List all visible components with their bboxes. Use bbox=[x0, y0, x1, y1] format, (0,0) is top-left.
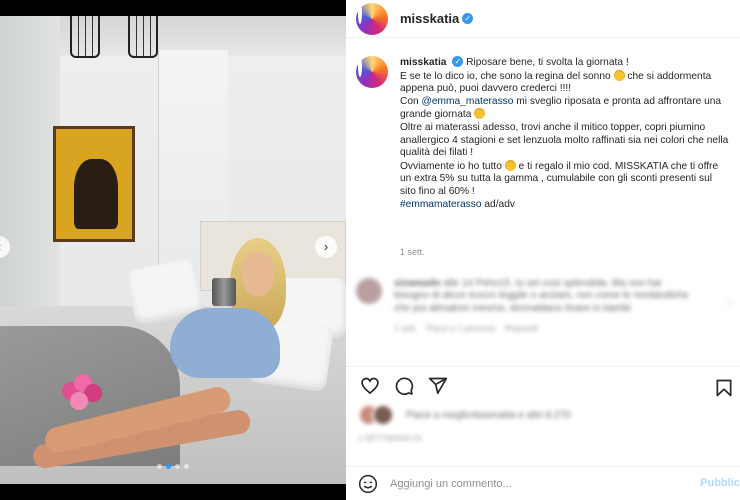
carousel-dot[interactable] bbox=[184, 464, 189, 469]
header-username[interactable]: misskatia bbox=[400, 11, 459, 26]
heart-icon[interactable] bbox=[358, 374, 382, 398]
avatar[interactable] bbox=[356, 56, 388, 88]
likes-text: Piace a meglio4asenatta e altri 8.270 bbox=[406, 409, 571, 421]
caption-username[interactable]: misskatia bbox=[400, 57, 446, 68]
caption: misskatia ✓ Riposare bene, ti svolta la … bbox=[356, 56, 740, 211]
flower-bouquet bbox=[58, 372, 104, 412]
side-wall bbox=[0, 16, 60, 316]
post-details-panel: misskatia ✓ misskatia ✓ Riposare bene, t… bbox=[346, 0, 740, 500]
person-face bbox=[242, 252, 274, 296]
carousel-dot[interactable] bbox=[157, 464, 162, 469]
hashtag-link[interactable]: #emmamaterasso bbox=[400, 199, 482, 210]
action-bar bbox=[346, 366, 740, 404]
tears-of-joy-emoji-icon bbox=[613, 69, 625, 81]
avatar[interactable] bbox=[356, 278, 382, 304]
bookmark-icon[interactable] bbox=[712, 376, 736, 400]
comment-like-heart-icon[interactable]: ♡ bbox=[725, 298, 734, 309]
caption-line-4: Oltre ai materassi adesso, trovi anche i… bbox=[400, 121, 729, 159]
post-time: 1 SETTIMANA FA bbox=[358, 434, 423, 443]
comment-bar: Pubblica bbox=[346, 466, 740, 500]
caption-timestamp: 1 sett. bbox=[400, 247, 425, 257]
share-icon[interactable] bbox=[426, 374, 450, 398]
verified-badge-icon: ✓ bbox=[462, 13, 474, 24]
comment-author[interactable]: sinamado bbox=[394, 278, 441, 289]
liker-avatars bbox=[358, 404, 398, 426]
comment-input[interactable] bbox=[390, 477, 690, 490]
caption-line-5a: Ovviamente io ho tutto bbox=[400, 160, 502, 172]
caption-line-3a: Con bbox=[400, 95, 419, 107]
pendant-lamp-icon bbox=[128, 16, 158, 58]
carousel-dots bbox=[0, 462, 346, 469]
carousel-dot[interactable] bbox=[166, 464, 171, 469]
smiley-icon[interactable] bbox=[358, 474, 378, 494]
post-header: misskatia ✓ bbox=[346, 0, 740, 38]
pendant-lamp-icon bbox=[70, 16, 100, 58]
heart-eyes-emoji-icon bbox=[474, 108, 486, 120]
comment-item: sinamado alle 14 Peho15. tu sei così spl… bbox=[356, 278, 740, 335]
caption-line-1: Riposare bene, ti svolta la giornata ! bbox=[466, 57, 629, 68]
comment-icon[interactable] bbox=[392, 374, 416, 398]
photo-image bbox=[0, 16, 346, 484]
grin-emoji-icon bbox=[504, 159, 516, 171]
comment-reply-button[interactable]: Rispondi bbox=[505, 323, 538, 333]
caption-text: misskatia ✓ Riposare bene, ti svolta la … bbox=[400, 56, 730, 211]
chevron-right-icon[interactable]: › bbox=[315, 236, 337, 258]
post-photo[interactable]: ‹ › bbox=[0, 0, 346, 500]
wall-poster bbox=[53, 126, 135, 242]
carousel-dot[interactable] bbox=[175, 464, 180, 469]
caption-tag-suffix: ad/adv bbox=[484, 198, 515, 210]
person-bodysuit bbox=[170, 308, 280, 378]
verified-badge-icon: ✓ bbox=[452, 56, 464, 67]
mug bbox=[212, 278, 236, 306]
publish-button[interactable]: Pubblica bbox=[700, 477, 740, 489]
comment-likes[interactable]: Piace a 1 persona bbox=[427, 323, 496, 333]
likes-summary[interactable]: Piace a meglio4asenatta e altri 8.270 bbox=[358, 404, 571, 426]
avatar[interactable] bbox=[356, 2, 388, 35]
mention-link[interactable]: @emma_materasso bbox=[422, 96, 514, 107]
caption-line-2a: E se te lo dico io, che sono la regina d… bbox=[400, 70, 611, 82]
comment-time: 1 sett. bbox=[394, 323, 418, 334]
